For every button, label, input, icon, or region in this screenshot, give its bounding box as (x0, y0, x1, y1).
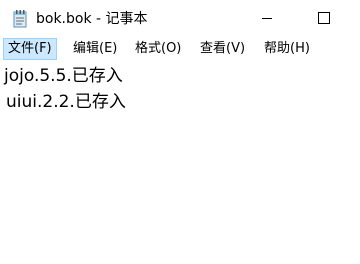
maximize-button[interactable] (300, 0, 346, 36)
notepad-icon (13, 10, 28, 28)
menu-bar: 文件(F) 编辑(E) 格式(O) 查看(V) 帮助(H) (0, 38, 360, 62)
menu-view[interactable]: 查看(V) (196, 38, 249, 60)
menu-edit[interactable]: 编辑(E) (69, 38, 121, 60)
editor-line: uiui.2.2.已存入 (6, 92, 126, 112)
notepad-window: bok.bok - 记事本 文件(F) 编辑(E) 格式(O) 查看(V) 帮助… (0, 0, 360, 264)
menu-file[interactable]: 文件(F) (3, 38, 57, 60)
menu-help[interactable]: 帮助(H) (260, 38, 314, 60)
title-bar[interactable]: bok.bok - 记事本 (0, 0, 360, 36)
editor-line: jojo.5.5.已存入 (4, 66, 123, 86)
menu-format[interactable]: 格式(O) (131, 38, 185, 60)
minimize-icon (262, 18, 272, 19)
minimize-button[interactable] (244, 0, 290, 36)
text-editor[interactable]: jojo.5.5.已存入 uiui.2.2.已存入 (0, 62, 360, 264)
maximize-icon (318, 12, 330, 24)
window-title: bok.bok - 记事本 (36, 11, 148, 27)
